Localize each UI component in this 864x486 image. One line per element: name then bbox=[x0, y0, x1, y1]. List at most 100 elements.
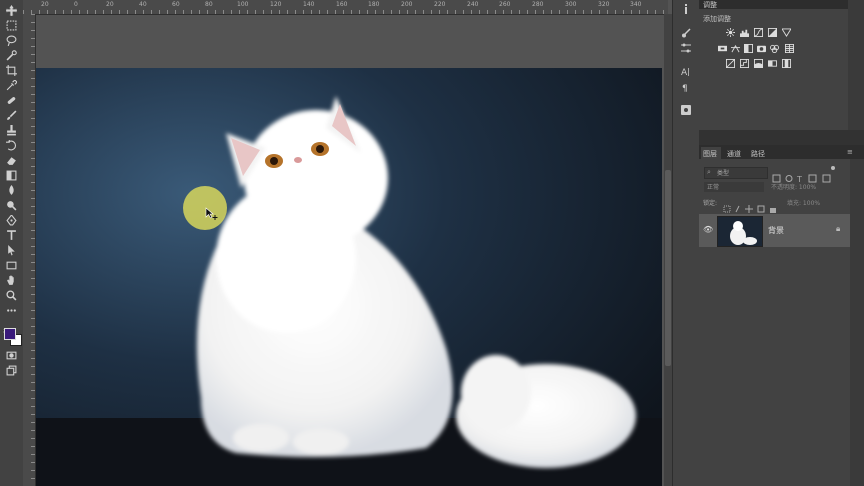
ruler-label: 280 bbox=[532, 1, 544, 8]
path-selection-tool-icon[interactable] bbox=[4, 244, 19, 257]
hue-saturation-icon[interactable] bbox=[718, 44, 727, 53]
image-canvas[interactable] bbox=[36, 68, 662, 486]
visibility-eye-icon[interactable]: 👁 bbox=[703, 225, 713, 234]
selective-color-icon[interactable] bbox=[782, 59, 791, 68]
scrollbar-thumb[interactable] bbox=[665, 170, 671, 366]
screen-mode-icon[interactable] bbox=[4, 364, 19, 377]
add-adjustment-label: 添加调整 bbox=[703, 15, 731, 23]
ruler-label: 40 bbox=[139, 1, 147, 8]
gradient-map-icon[interactable] bbox=[768, 59, 777, 68]
move-tool-icon[interactable] bbox=[4, 4, 19, 17]
vertical-ruler bbox=[23, 14, 36, 486]
invert-icon[interactable] bbox=[726, 59, 735, 68]
curves-icon[interactable] bbox=[754, 28, 763, 37]
gradient-tool-icon[interactable] bbox=[4, 169, 19, 182]
black-white-icon[interactable] bbox=[744, 44, 753, 53]
adjustments-panel: 调整 添加调整 bbox=[699, 0, 864, 130]
levels-icon[interactable] bbox=[740, 28, 749, 37]
vibrance-icon[interactable] bbox=[782, 28, 791, 37]
ruler-label: 200 bbox=[401, 1, 413, 8]
marquee-tool-icon[interactable] bbox=[4, 19, 19, 32]
paragraph-icon[interactable]: ¶ bbox=[680, 81, 692, 93]
ruler-label: 100 bbox=[237, 1, 249, 8]
tab-adjustments[interactable]: 调整 bbox=[703, 0, 717, 10]
hand-tool-icon[interactable] bbox=[4, 274, 19, 287]
eyedropper-tool-icon[interactable] bbox=[4, 79, 19, 92]
ruler-label: 320 bbox=[598, 1, 610, 8]
layer-row-background[interactable]: 👁 背景 🔒︎ bbox=[699, 214, 850, 247]
ruler-ticks bbox=[31, 14, 35, 486]
layer-filter-dropdown[interactable]: ⌕ 类型 bbox=[704, 167, 768, 179]
right-panels: 调整 添加调整 图层 通道 路径 ≡ ⌕ 类型 T 正常 不透明度: 100% … bbox=[699, 0, 864, 486]
eraser-tool-icon[interactable] bbox=[4, 154, 19, 167]
ruler-label: 160 bbox=[336, 1, 348, 8]
ruler-label: 60 bbox=[172, 1, 180, 8]
properties-icon[interactable] bbox=[680, 104, 692, 116]
blend-mode-value: 正常 bbox=[707, 184, 720, 191]
cat-photo bbox=[36, 68, 662, 486]
layers-panel: 图层 通道 路径 ≡ ⌕ 类型 T 正常 不透明度: 100% 锁定: 填充: … bbox=[699, 145, 864, 486]
quick-select-tool-icon[interactable] bbox=[4, 49, 19, 62]
ruler-label: 220 bbox=[434, 1, 446, 8]
zoom-tool-icon[interactable] bbox=[4, 289, 19, 302]
default-colors-icon[interactable] bbox=[2, 319, 9, 334]
ruler-label: 240 bbox=[467, 1, 479, 8]
swatches-icon[interactable] bbox=[680, 42, 692, 54]
ruler-ticks bbox=[23, 10, 668, 14]
horizontal-ruler: 20 0 20 40 60 80 100 120 140 160 180 200… bbox=[23, 0, 668, 15]
ruler-label: 20 bbox=[41, 1, 49, 8]
posterize-icon[interactable] bbox=[740, 59, 749, 68]
lasso-tool-icon[interactable] bbox=[4, 34, 19, 47]
ruler-label: 0 bbox=[74, 1, 78, 8]
history-brush-tool-icon[interactable] bbox=[4, 139, 19, 152]
panel-menu-icon[interactable]: ≡ bbox=[847, 148, 853, 156]
layer-thumbnail bbox=[717, 216, 763, 247]
type-tool-icon[interactable] bbox=[4, 229, 19, 242]
pen-tool-icon[interactable] bbox=[4, 214, 19, 227]
color-balance-icon[interactable] bbox=[731, 44, 740, 53]
panel-dock-icons: A| ¶ bbox=[672, 0, 700, 486]
lock-icon: 🔒︎ bbox=[836, 224, 841, 233]
character-icon[interactable]: A| bbox=[680, 65, 692, 77]
tab-paths[interactable]: 路径 bbox=[751, 149, 765, 159]
exposure-icon[interactable] bbox=[768, 28, 777, 37]
move-cursor-icon bbox=[205, 206, 219, 220]
tab-channels[interactable]: 通道 bbox=[727, 149, 741, 159]
ruler-label: 180 bbox=[368, 1, 380, 8]
ruler-label: 340 bbox=[630, 1, 642, 8]
fill-field[interactable]: 填充: 100% bbox=[787, 198, 820, 207]
blur-tool-icon[interactable] bbox=[4, 184, 19, 197]
photo-filter-icon[interactable] bbox=[757, 44, 766, 53]
ruler-label: 20 bbox=[106, 1, 114, 8]
quick-mask-icon[interactable] bbox=[4, 349, 19, 362]
clone-stamp-tool-icon[interactable] bbox=[4, 124, 19, 137]
foreground-color-swatch[interactable] bbox=[4, 328, 16, 340]
tab-layers[interactable]: 图层 bbox=[703, 149, 717, 159]
brush-settings-icon[interactable] bbox=[680, 27, 692, 39]
crop-tool-icon[interactable] bbox=[4, 64, 19, 77]
threshold-icon[interactable] bbox=[754, 59, 763, 68]
ruler-label: 260 bbox=[499, 1, 511, 8]
brightness-icon[interactable] bbox=[726, 28, 735, 37]
ruler-label: 120 bbox=[270, 1, 282, 8]
brush-tool-icon[interactable] bbox=[4, 109, 19, 122]
blend-mode-dropdown[interactable]: 正常 bbox=[704, 182, 764, 192]
ruler-label: 300 bbox=[565, 1, 577, 8]
channel-mixer-icon[interactable] bbox=[770, 44, 779, 53]
more-tools-icon[interactable] bbox=[4, 304, 19, 317]
svg-text:A|: A| bbox=[681, 68, 690, 76]
layers-scroll-area bbox=[850, 159, 864, 486]
tools-panel bbox=[0, 0, 24, 486]
opacity-field[interactable]: 不透明度: 100% bbox=[771, 182, 816, 191]
rectangle-tool-icon[interactable] bbox=[4, 259, 19, 272]
search-icon: ⌕ bbox=[707, 168, 711, 176]
filter-toggle-icon[interactable] bbox=[831, 166, 835, 170]
lock-icons[interactable] bbox=[723, 198, 778, 213]
layer-name: 背景 bbox=[768, 226, 784, 235]
info-icon[interactable] bbox=[680, 3, 692, 15]
color-lookup-icon[interactable] bbox=[785, 44, 794, 53]
ruler-label: 80 bbox=[205, 1, 213, 8]
dodge-tool-icon[interactable] bbox=[4, 199, 19, 212]
svg-text:¶: ¶ bbox=[682, 84, 688, 92]
healing-brush-tool-icon[interactable] bbox=[4, 94, 19, 107]
